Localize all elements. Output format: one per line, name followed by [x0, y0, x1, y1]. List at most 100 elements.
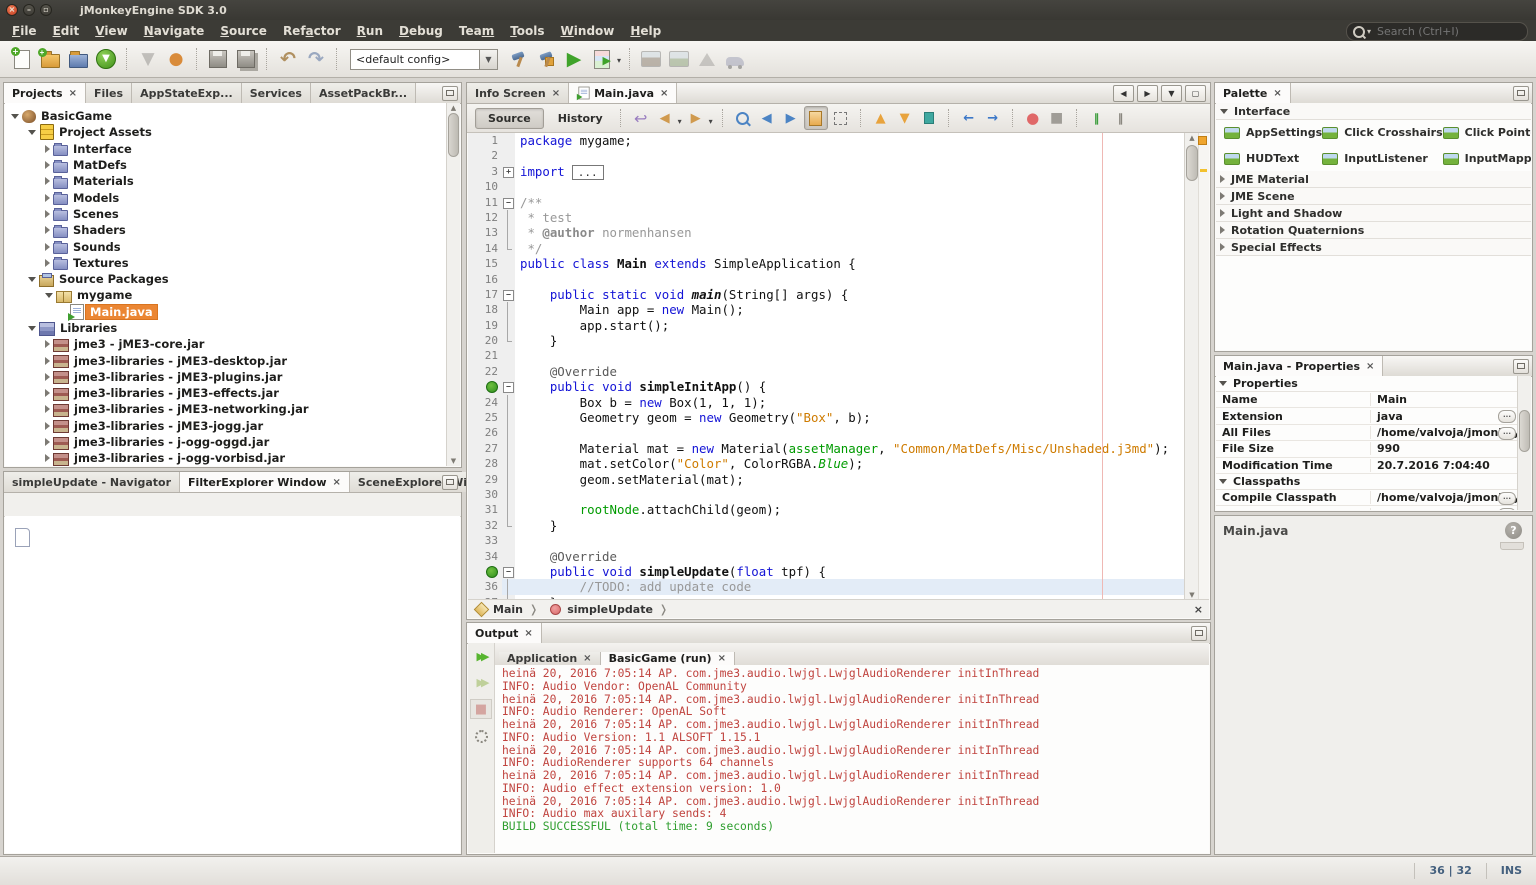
collapse-icon[interactable] [1219, 381, 1227, 386]
maximize-window-button[interactable]: ▫ [40, 4, 52, 16]
close-icon[interactable]: × [718, 653, 726, 664]
source-view-button[interactable]: Source [475, 108, 544, 129]
expand-icon[interactable] [45, 389, 50, 397]
config-dropdown-icon[interactable]: ▼ [480, 49, 498, 70]
quick-search[interactable]: ▾ [1346, 22, 1528, 41]
property-row-name[interactable]: NameMain [1216, 392, 1518, 408]
property-group-classpaths[interactable]: Classpaths [1216, 474, 1518, 490]
collapse-icon[interactable] [28, 130, 36, 135]
new-file-button[interactable]: + [9, 46, 35, 72]
close-icon[interactable]: × [583, 653, 591, 664]
tree-item-jme3-libraries-jme3-plugins-jar[interactable]: jme3-libraries - jME3-plugins.jar [5, 369, 460, 385]
tab-appstateexp-[interactable]: AppStateExp... [132, 83, 242, 103]
minimize-window-button[interactable]: – [23, 4, 35, 16]
update-center-button[interactable]: ▼ [93, 46, 119, 72]
tree-item-jme3-libraries-jme3-effects-jar[interactable]: jme3-libraries - jME3-effects.jar [5, 385, 460, 401]
tree-item-mygame[interactable]: mygame [5, 287, 460, 303]
palette-category-special-effects[interactable]: Special Effects [1216, 239, 1531, 256]
scroll-up-icon[interactable]: ▲ [1185, 134, 1199, 142]
scroll-down-icon[interactable]: ▼ [1185, 591, 1199, 599]
next-bookmark-button[interactable]: ▼ [894, 107, 916, 129]
find-next-button[interactable]: ▶ [780, 107, 802, 129]
tree-item-source-packages[interactable]: Source Packages [5, 271, 460, 287]
menu-view[interactable]: View [87, 22, 135, 40]
tab-services[interactable]: Services [242, 83, 311, 103]
import-model-button[interactable]: ▼ [135, 46, 161, 72]
save-all-button[interactable] [233, 46, 259, 72]
expand-icon[interactable] [1220, 226, 1225, 234]
ellipsis-button[interactable]: ... [1498, 410, 1516, 423]
tree-item-materials[interactable]: Materials [5, 173, 460, 189]
expand-icon[interactable] [45, 438, 50, 446]
breadcrumb-simpleupdate[interactable]: simpleUpdate❭ [548, 603, 674, 616]
close-icon[interactable]: × [333, 477, 341, 488]
output-tab-application[interactable]: Application× [499, 652, 601, 665]
tab-files[interactable]: Files [86, 83, 132, 103]
back-button[interactable]: ◀▾ [654, 107, 676, 129]
fold-expand-icon[interactable]: + [502, 164, 515, 179]
config-select[interactable]: <default config>▼ [350, 49, 498, 70]
redo-button[interactable]: ↷ [303, 46, 329, 72]
properties-scrollbar[interactable] [1517, 376, 1531, 510]
menu-edit[interactable]: Edit [45, 22, 88, 40]
tree-item-jme3-libraries-j-ogg-vorbisd-jar[interactable]: jme3-libraries - j-ogg-vorbisd.jar [5, 450, 460, 466]
expand-icon[interactable] [45, 210, 50, 218]
vehicle-creator-button[interactable] [722, 46, 748, 72]
run-button[interactable]: ▶ [561, 46, 587, 72]
tree-item-interface[interactable]: Interface [5, 141, 460, 157]
clean-and-build-button[interactable] [533, 46, 559, 72]
fold-collapse-icon[interactable]: − [502, 564, 515, 579]
stop-macro-button[interactable]: ■ [1046, 107, 1068, 129]
uncomment-button[interactable]: ∥ [1110, 107, 1132, 129]
expand-icon[interactable] [45, 454, 50, 462]
close-icon[interactable]: × [69, 88, 77, 99]
collapse-icon[interactable] [1220, 109, 1228, 114]
collapse-icon[interactable] [1219, 479, 1227, 484]
expand-icon[interactable] [1220, 243, 1225, 251]
history-view-button[interactable]: History [548, 109, 613, 128]
scene-composer-button[interactable] [666, 46, 692, 72]
menu-debug[interactable]: Debug [391, 22, 451, 40]
expand-icon[interactable] [45, 373, 50, 381]
expand-icon[interactable] [45, 145, 50, 153]
palette-item-inputmapping[interactable]: InputMapping [1443, 152, 1531, 165]
last-edit-button[interactable]: ↩ [630, 107, 652, 129]
tree-item-matdefs[interactable]: MatDefs [5, 157, 460, 173]
save-button[interactable] [205, 46, 231, 72]
scroll-tabs-left-icon[interactable]: ◀ [1113, 85, 1134, 102]
tree-item-shaders[interactable]: Shaders [5, 222, 460, 238]
palette-minimize-icon[interactable] [1513, 86, 1529, 101]
expand-icon[interactable] [45, 194, 50, 202]
menu-team[interactable]: Team [451, 22, 502, 40]
palette-category-jme-material[interactable]: JME Material [1216, 171, 1531, 188]
tab-simpleupdate-navigator[interactable]: simpleUpdate - Navigator [4, 472, 180, 492]
properties-minimize-icon[interactable] [1513, 359, 1529, 374]
close-icon[interactable]: × [1366, 361, 1374, 372]
palette-item-appsettings[interactable]: AppSettings [1224, 126, 1322, 139]
ellipsis-button[interactable]: ... [1498, 508, 1516, 510]
expand-icon[interactable] [1220, 209, 1225, 217]
menu-window[interactable]: Window [553, 22, 623, 40]
forward-button[interactable]: ▶▾ [685, 107, 707, 129]
rectangular-selection-button[interactable] [830, 107, 852, 129]
close-icon[interactable]: × [524, 628, 532, 639]
find-selection-button[interactable] [732, 107, 754, 129]
expand-icon[interactable] [45, 340, 50, 348]
menu-navigate[interactable]: Navigate [136, 22, 213, 40]
undo-button[interactable]: ↶ [275, 46, 301, 72]
navigator-minimize-icon[interactable] [442, 475, 458, 490]
menu-run[interactable]: Run [349, 22, 391, 40]
tree-item-basicgame[interactable]: BasicGame [5, 108, 460, 124]
new-project-button[interactable]: + [37, 46, 63, 72]
tree-item-project-assets[interactable]: Project Assets [5, 124, 460, 140]
tree-item-textures[interactable]: Textures [5, 255, 460, 271]
ellipsis-button[interactable]: ... [1498, 427, 1516, 440]
collapse-icon[interactable] [28, 277, 36, 282]
tree-item-main-java[interactable]: Main.java [5, 304, 460, 320]
rerun-with-options-button[interactable]: ▶▶ [471, 673, 491, 691]
expand-icon[interactable] [45, 177, 50, 185]
search-input[interactable] [1375, 24, 1499, 39]
tab-palette[interactable]: Palette× [1215, 83, 1291, 103]
expand-icon[interactable] [45, 357, 50, 365]
maximize-editor-icon[interactable]: ▢ [1185, 85, 1206, 102]
